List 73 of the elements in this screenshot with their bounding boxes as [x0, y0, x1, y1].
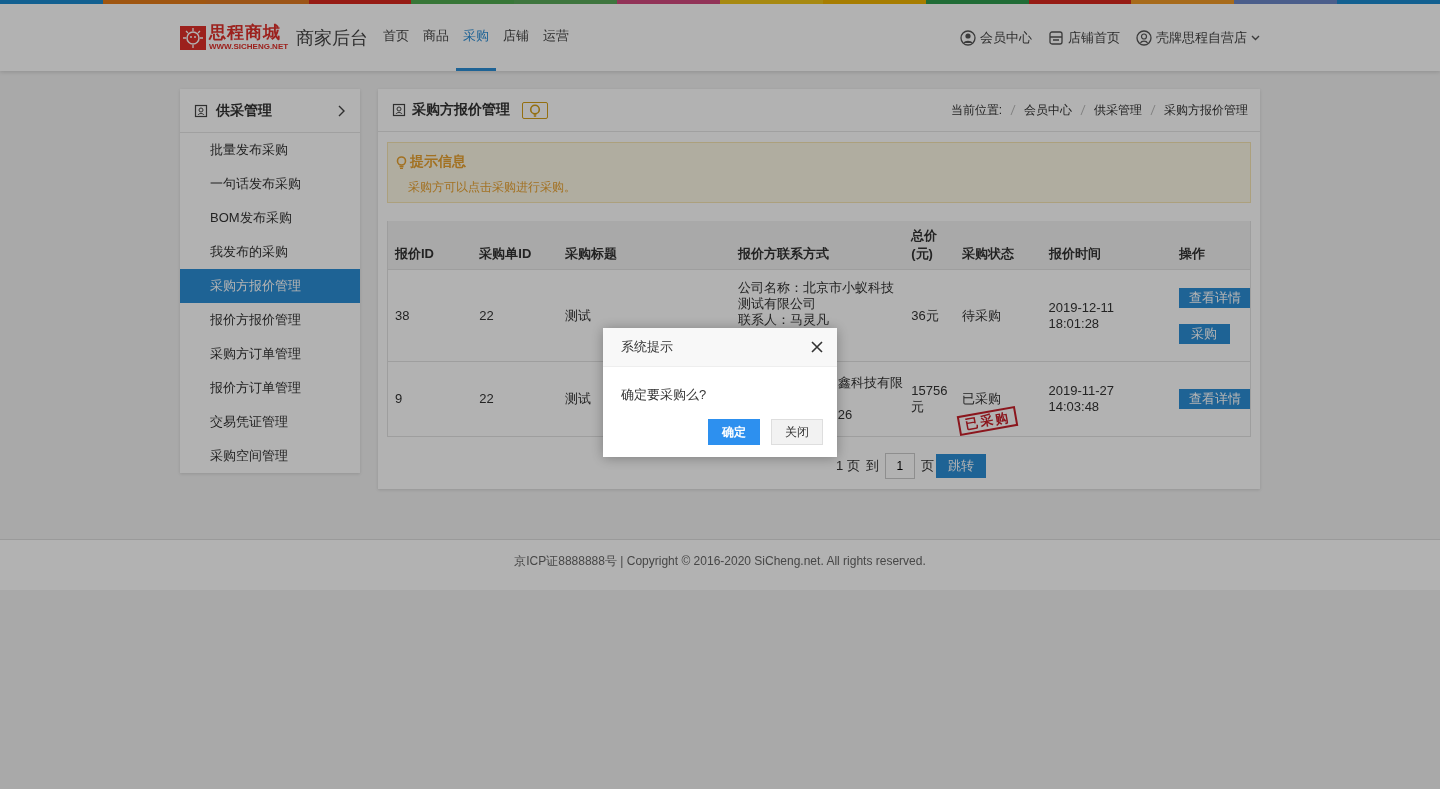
table-cell: 22: [472, 269, 559, 362]
page-input[interactable]: 1: [884, 453, 915, 479]
close-button[interactable]: [811, 341, 823, 353]
profile-icon: [194, 103, 208, 118]
column-header: 总价(元): [904, 221, 955, 270]
column-header: 报价ID: [387, 221, 473, 270]
table-cell: 36元: [904, 269, 955, 362]
column-header: 报价方联系方式: [730, 221, 905, 270]
lightbulb-icon: [396, 155, 407, 169]
goto-label: 到: [865, 457, 879, 475]
dialog-message: 确定要采购么?: [620, 386, 708, 404]
status-text: 待采购: [961, 307, 1001, 323]
header-link[interactable]: 会员中心: [960, 28, 1032, 47]
panel-title: 采购方报价管理: [412, 101, 510, 119]
column-header: 采购状态: [954, 221, 1042, 270]
quote-time: 2019-11-27 14:03:48: [1048, 383, 1116, 415]
page-count: 1 页: [836, 457, 860, 475]
table-cell: 9: [387, 361, 473, 437]
sidebar-item[interactable]: BOM发布采购: [180, 201, 360, 235]
close-icon: [811, 341, 823, 353]
slash-icon: [1080, 104, 1086, 116]
page-unit: 页: [920, 457, 934, 475]
lightbulb-icon: [529, 103, 541, 117]
copyright-text: 京ICP证8888888号 | Copyright © 2016-2020 SiCheng.net. All rights reserved.: [514, 554, 926, 568]
column-header: 采购单ID: [472, 221, 559, 270]
tip-toggle-button[interactable]: [522, 101, 548, 119]
user-icon: [1136, 29, 1152, 46]
header-link[interactable]: 壳牌思程自营店: [1136, 28, 1260, 47]
nav-tab[interactable]: 首页: [376, 4, 417, 71]
sidebar-title: 供采管理: [216, 101, 272, 120]
sidebar-item[interactable]: 一句话发布采购: [180, 167, 360, 201]
quote-time: 2019-12-11 18:01:28: [1048, 299, 1116, 332]
logo-url: WWW.SICHENG.NET: [209, 42, 289, 51]
dialog-title: 系统提示: [621, 338, 673, 356]
sun-logo-icon: [180, 25, 206, 50]
sidebar-item[interactable]: 报价方订单管理: [180, 371, 360, 405]
shop-icon: [1048, 29, 1064, 46]
sidebar-item[interactable]: 批量发布采购: [180, 133, 360, 167]
sidebar-item[interactable]: 采购方订单管理: [180, 337, 360, 371]
sidebar-item[interactable]: 报价方报价管理: [180, 303, 360, 337]
contact-text: 26: [837, 407, 853, 423]
nav-tab[interactable]: 运营: [536, 4, 577, 71]
column-header: 操作: [1171, 221, 1251, 270]
nav-tab[interactable]: 商品: [416, 4, 457, 71]
slash-icon: [1010, 104, 1016, 116]
close-dialog-button[interactable]: 关闭: [771, 419, 823, 445]
chevron-right-icon: [338, 104, 346, 117]
sidebar-item[interactable]: 交易凭证管理: [180, 405, 360, 439]
table-cell: 38: [387, 269, 473, 362]
status-text: 已采购: [961, 391, 1001, 406]
breadcrumb-link[interactable]: 会员中心: [1024, 101, 1072, 119]
nav-tab[interactable]: 店铺: [496, 4, 537, 71]
breadcrumb-link[interactable]: 供采管理: [1094, 101, 1142, 119]
table-cell: 22: [472, 361, 559, 437]
contact-text: 联系人：马灵凡: [737, 312, 830, 328]
sidebar-item[interactable]: 采购空间管理: [180, 439, 360, 473]
purchased-stamp: 已采购: [956, 406, 1018, 436]
chevron-down-icon: [1251, 34, 1260, 41]
column-header: 报价时间: [1041, 221, 1172, 270]
column-header: 采购标题: [558, 221, 731, 270]
breadcrumb-label: 当前位置:: [950, 101, 1002, 119]
contact-text: 鑫科技有限: [837, 375, 903, 391]
tip-text: 采购方可以点击采购进行采购。: [408, 179, 577, 196]
slash-icon: [1150, 104, 1156, 116]
table-cell: 15756元: [904, 361, 955, 437]
logo-name: 思程商城: [209, 24, 282, 42]
site-title: 商家后台: [296, 26, 369, 50]
tip-title: 提示信息: [410, 153, 466, 171]
contact-text: 公司名称：北京市小蚁科技测试有限公司: [737, 280, 895, 312]
sidebar-item[interactable]: 我发布的采购: [180, 235, 360, 269]
user-icon: [960, 29, 976, 46]
header-link[interactable]: 店铺首页: [1048, 28, 1120, 47]
profile-icon: [392, 103, 406, 117]
